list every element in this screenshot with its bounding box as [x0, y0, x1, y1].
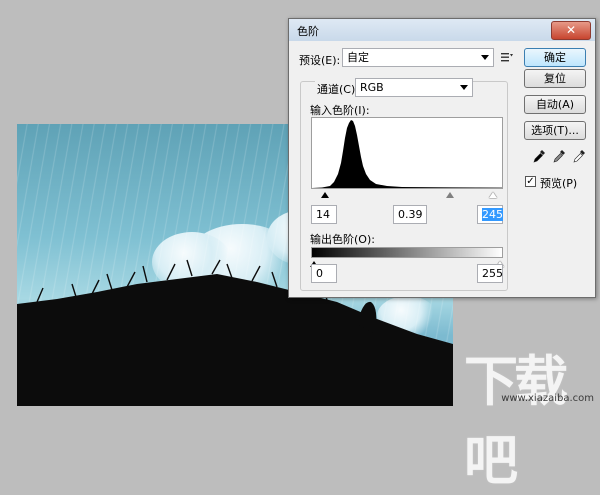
- watermark-url: www.xiazaiba.com: [501, 393, 594, 404]
- black-eyedropper-icon[interactable]: [532, 149, 546, 165]
- watermark: 下载吧 www.xiazaiba.com: [456, 335, 600, 492]
- auto-button[interactable]: 自动(A): [524, 95, 586, 114]
- output-levels-label: 输出色阶(O):: [310, 233, 375, 246]
- output-white-field[interactable]: 255: [477, 264, 503, 283]
- dialog-title: 色阶: [297, 25, 319, 38]
- histogram-plot: [312, 120, 502, 188]
- input-levels-slider[interactable]: [311, 190, 503, 200]
- channel-value: RGB: [360, 81, 384, 94]
- preview-checkbox[interactable]: ✓: [525, 176, 536, 187]
- preset-value: 自定: [347, 51, 369, 64]
- ok-button[interactable]: 确定: [524, 48, 586, 67]
- input-levels-label: 输入色阶(I):: [310, 104, 370, 117]
- chevron-down-icon: [460, 85, 468, 90]
- options-button[interactable]: 选项(T)...: [524, 121, 586, 140]
- gamma-handle[interactable]: [446, 192, 454, 198]
- input-white-value: 245: [482, 208, 503, 221]
- watermark-logo: 下载吧: [464, 349, 568, 492]
- chevron-down-icon: [481, 55, 489, 60]
- output-black-field[interactable]: 0: [311, 264, 337, 283]
- white-point-handle[interactable]: [489, 192, 497, 198]
- preset-options-icon[interactable]: [500, 51, 514, 63]
- preset-select[interactable]: 自定: [342, 48, 494, 67]
- levels-dialog: 色阶 ✕ 预设(E): 自定 通道(C): RGB 输入色阶(I): 14 0.…: [288, 18, 596, 298]
- gray-eyedropper-icon[interactable]: [552, 149, 566, 165]
- channel-select[interactable]: RGB: [355, 78, 473, 97]
- output-levels-slider[interactable]: [310, 259, 504, 269]
- white-eyedropper-icon[interactable]: [572, 149, 586, 165]
- reset-button[interactable]: 复位: [524, 69, 586, 88]
- input-white-field[interactable]: 245: [477, 205, 503, 224]
- preview-label: 预览(P): [540, 177, 578, 190]
- black-point-handle[interactable]: [321, 192, 329, 198]
- preset-label: 预设(E):: [299, 54, 341, 67]
- close-button[interactable]: ✕: [551, 21, 591, 40]
- input-black-field[interactable]: 14: [311, 205, 337, 224]
- output-gradient-bar: [311, 247, 503, 258]
- input-gamma-field[interactable]: 0.39: [393, 205, 427, 224]
- histogram: [311, 117, 503, 189]
- dialog-titlebar[interactable]: 色阶 ✕: [289, 19, 595, 41]
